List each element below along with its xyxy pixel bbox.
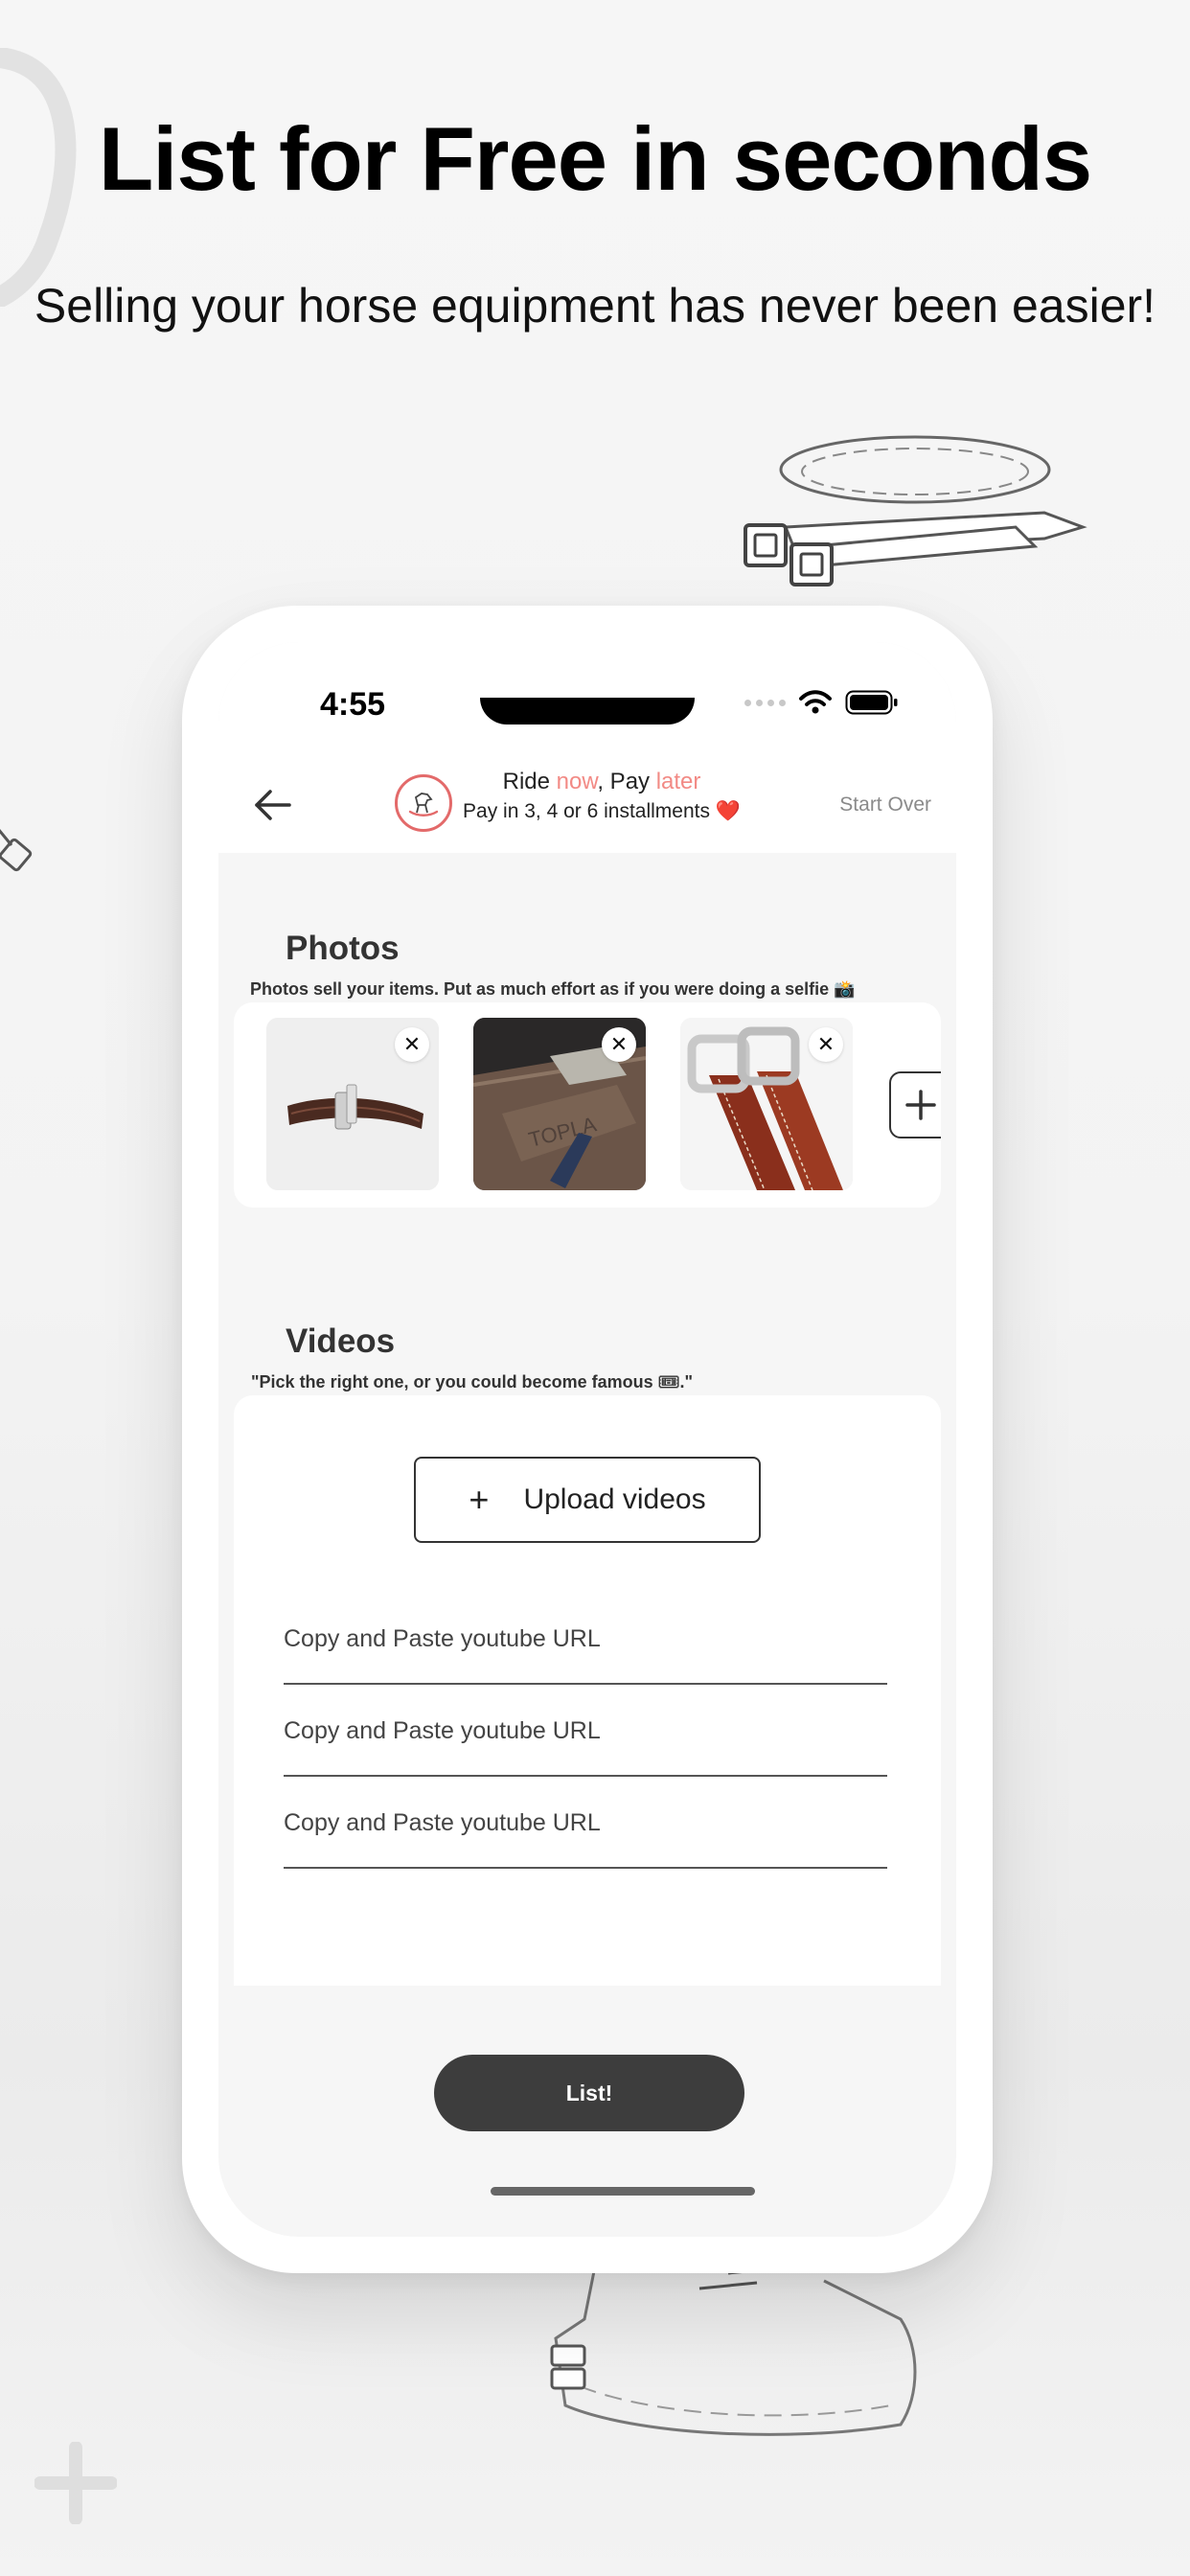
back-arrow-icon xyxy=(255,790,291,820)
add-photo-button[interactable] xyxy=(889,1071,941,1138)
hero-title: List for Free in seconds xyxy=(98,108,1092,209)
plus-decoration-icon xyxy=(34,2442,117,2524)
youtube-url-input-1[interactable] xyxy=(284,1606,887,1653)
promo-banner: Ride now, Pay later Pay in 3, 4 or 6 ins… xyxy=(448,767,755,826)
promo-now: now xyxy=(556,769,598,794)
videos-upload-card: + Upload videos xyxy=(234,1395,941,1606)
youtube-url-field-3[interactable] xyxy=(284,1790,887,1869)
back-button[interactable] xyxy=(245,780,299,830)
remove-photo-2-button[interactable]: ✕ xyxy=(602,1027,636,1062)
remove-photo-3-button[interactable]: ✕ xyxy=(809,1027,843,1062)
youtube-url-input-3[interactable] xyxy=(284,1790,887,1837)
plus-icon xyxy=(905,1090,936,1120)
phone-frame: 4:55 Ride now, Pay later Pay in 3, 4 or … xyxy=(182,606,993,2273)
videos-heading: Videos xyxy=(286,1322,396,1360)
plus-icon: + xyxy=(469,1480,490,1519)
promo-line-1: Ride now, Pay later xyxy=(502,769,701,794)
status-time: 4:55 xyxy=(320,686,386,723)
promo-later: later xyxy=(655,769,701,794)
hero-subtitle: Selling your horse equipment has never b… xyxy=(34,279,1156,333)
youtube-urls-card xyxy=(234,1606,941,1986)
stirrup-leathers-decoration-icon xyxy=(744,435,1087,586)
rocking-horse-icon xyxy=(408,793,439,816)
notch xyxy=(480,698,695,724)
photo-thumbnail-1[interactable]: ✕ xyxy=(266,1018,439,1190)
promo-installments: Pay in 3, 4 or 6 installments ❤️ xyxy=(463,800,741,822)
signal-icon xyxy=(744,699,786,706)
battery-icon xyxy=(845,690,898,715)
youtube-url-field-2[interactable] xyxy=(284,1698,887,1777)
status-bar: 4:55 xyxy=(218,642,956,757)
buckle-decoration-icon xyxy=(0,828,33,872)
stirrup-decoration-icon xyxy=(0,48,77,307)
start-over-button[interactable]: Start Over xyxy=(839,794,931,816)
remove-photo-1-button[interactable]: ✕ xyxy=(395,1027,429,1062)
videos-subtitle: "Pick the right one, or you could become… xyxy=(251,1372,693,1392)
youtube-url-field-1[interactable] xyxy=(284,1606,887,1685)
list-button[interactable]: List! xyxy=(434,2055,744,2131)
wifi-icon xyxy=(799,690,832,714)
youtube-url-input-2[interactable] xyxy=(284,1698,887,1745)
upload-videos-label: Upload videos xyxy=(523,1484,706,1515)
upload-videos-button[interactable]: + Upload videos xyxy=(414,1457,761,1543)
status-icons xyxy=(744,690,899,715)
nav-bar: Ride now, Pay later Pay in 3, 4 or 6 ins… xyxy=(218,757,956,853)
home-indicator xyxy=(491,2187,755,2196)
photos-carousel[interactable]: ✕ TOPLA ✕ ✕ xyxy=(234,1002,941,1208)
photos-subtitle: Photos sell your items. Put as much effo… xyxy=(250,979,856,999)
photo-thumbnail-3[interactable]: ✕ xyxy=(680,1018,853,1190)
brand-logo xyxy=(395,774,452,832)
photos-heading: Photos xyxy=(286,930,400,967)
saddle-pad-decoration-icon xyxy=(550,2267,917,2436)
app-screen: 4:55 Ride now, Pay later Pay in 3, 4 or … xyxy=(218,642,956,2237)
photo-thumbnail-2[interactable]: TOPLA ✕ xyxy=(473,1018,646,1190)
